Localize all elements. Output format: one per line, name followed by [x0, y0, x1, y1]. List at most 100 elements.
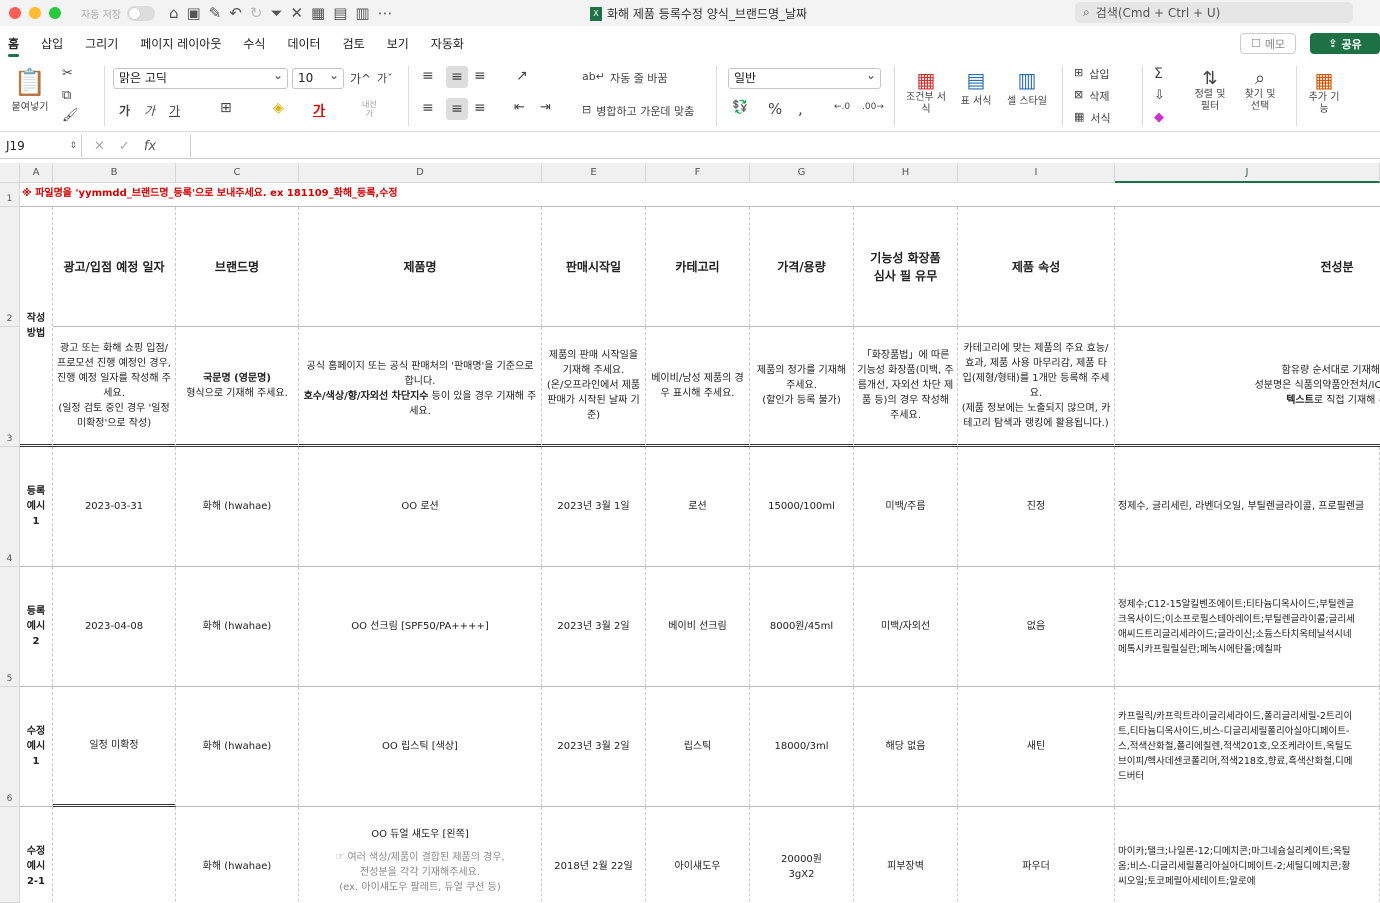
align-top-icon[interactable]: ≡ [422, 68, 434, 84]
column-header[interactable]: A [20, 163, 53, 183]
example-product-cell[interactable]: OO 듀얼 섀도우 [왼쪽] ☞ 여러 색상/제품이 결합된 제품의 경우, 전… [299, 807, 542, 903]
sort-filter-button[interactable]: ⇅ 정렬 및 필터 [1190, 68, 1230, 113]
example-ingredients[interactable]: 정제수;C12-15알킬벤조에이트;티타늄디옥사이드;부틸렌글 크옥사이드;이소… [1115, 567, 1380, 687]
align-right-icon[interactable]: ≡ [474, 100, 486, 116]
example-label[interactable]: 수정 예시 2-1 [20, 807, 53, 903]
column-header[interactable]: B [53, 163, 176, 183]
example-functional[interactable]: 피부장벽 [854, 807, 958, 903]
select-all-corner[interactable] [0, 163, 20, 183]
increase-decimal-icon[interactable]: ←.0 [834, 102, 850, 112]
cut-icon[interactable]: ✂ [62, 66, 73, 81]
guide-brand[interactable]: 국문명 (영문명) 형식으로 기재해 주세요. [176, 327, 299, 447]
header-ingredients[interactable]: 전성분 [1115, 207, 1380, 327]
example-functional[interactable]: 미백/자외선 [854, 567, 958, 687]
font-size-select[interactable]: 10 [292, 66, 344, 89]
example-ingredients[interactable]: 정제수, 글리세린, 라벤더오일, 부틸렌글라이콜, 프로필렌글 [1115, 447, 1380, 567]
column-header[interactable]: H [854, 163, 958, 183]
cell-style-button[interactable]: ▥ 셀 스타일 [1004, 68, 1050, 107]
decrease-indent-icon[interactable]: ⇤ [514, 100, 525, 115]
phonetic-icon[interactable]: 내선 가 [362, 100, 377, 118]
format-painter-icon[interactable]: 🖌 [62, 108, 79, 123]
insert-cells-button[interactable]: ⊞ 삽입 [1074, 66, 1109, 82]
example-category[interactable]: 로션 [646, 447, 750, 567]
increase-font-icon[interactable]: 가^ [350, 70, 371, 87]
orientation-icon[interactable]: ↗ [516, 68, 528, 84]
currency-icon[interactable]: 💱 [732, 100, 748, 115]
autosum-icon[interactable]: Σ [1154, 66, 1163, 82]
example-label[interactable]: 수정 예시 1 [20, 687, 53, 807]
example-start-date[interactable]: 2023년 3월 2일 [542, 567, 646, 687]
example-price[interactable]: 15000/100ml [750, 447, 854, 567]
example-category[interactable]: 베이비 선크림 [646, 567, 750, 687]
header-category[interactable]: 카테고리 [646, 207, 750, 327]
header-attribute[interactable]: 제품 속성 [958, 207, 1115, 327]
italic-button[interactable]: 가 [144, 102, 155, 119]
example-ingredients[interactable]: 카프릴릭/카프릭트라이글리세라이드,폴리글리세릴-2트리이 트,티타늄디옥사이드… [1115, 687, 1380, 807]
name-box-stepper-icon[interactable]: ⇕ [69, 135, 77, 157]
autosave-toggle[interactable]: 자동 저장 [81, 5, 155, 21]
clear-filter-icon[interactable]: ✕ [290, 4, 303, 22]
home-icon[interactable]: ⌂ [169, 4, 179, 22]
memo-button[interactable]: ☐ 메모 [1240, 33, 1296, 54]
clear-icon[interactable]: ◆ [1154, 110, 1164, 125]
tab-home[interactable]: 홈 [8, 35, 20, 57]
comma-icon[interactable]: , [798, 100, 803, 118]
example-functional[interactable]: 해당 없음 [854, 687, 958, 807]
table-format-button[interactable]: ▤ 표 서식 [956, 68, 996, 107]
header-brand[interactable]: 브랜드명 [176, 207, 299, 327]
align-middle-icon[interactable]: ≡ [446, 66, 468, 88]
guide-ad-date[interactable]: 광고 또는 화해 쇼핑 입점/프로모션 진행 예정인 경우, 진행 예정 일자를… [53, 327, 176, 447]
row-header[interactable]: 2 [0, 207, 20, 327]
example-start-date[interactable]: 2018년 2월 22일 [542, 807, 646, 903]
example-price[interactable]: 18000/3ml [750, 687, 854, 807]
tab-insert[interactable]: 삽입 [41, 35, 63, 52]
align-left-icon[interactable]: ≡ [422, 100, 434, 116]
header-ad-date[interactable]: 광고/입점 예정 일자 [53, 207, 176, 327]
example-start-date[interactable]: 2023년 3월 1일 [542, 447, 646, 567]
column-header[interactable]: C [176, 163, 299, 183]
save-icon[interactable]: ▣ [187, 4, 201, 22]
wrap-text-button[interactable]: ab↵ 자동 줄 바꿈 [582, 70, 668, 86]
row-header[interactable]: 1 [0, 183, 20, 207]
percent-icon[interactable]: % [768, 100, 782, 118]
example-brand[interactable]: 화해 (hwahae) [176, 447, 299, 567]
copy-icon[interactable]: ⧉ [62, 88, 71, 103]
guide-price[interactable]: 제품의 정가를 기재해 주세요. (할인가 등록 불가) [750, 327, 854, 447]
cancel-icon[interactable]: ✕ [94, 139, 105, 154]
underline-button[interactable]: 가 [169, 102, 180, 119]
table-icon[interactable]: ▤ [333, 4, 347, 22]
zoom-window-button[interactable] [49, 7, 61, 19]
example-product[interactable]: OO 로션 [299, 447, 542, 567]
number-format-select[interactable]: 일반 [728, 66, 881, 89]
font-color-icon[interactable]: 가 [313, 100, 325, 119]
header-price[interactable]: 가격/용량 [750, 207, 854, 327]
example-attribute[interactable]: 새틴 [958, 687, 1115, 807]
more-icon[interactable]: ⋯ [378, 4, 393, 22]
example-attribute[interactable]: 파우더 [958, 807, 1115, 903]
redo-icon[interactable]: ↻ [250, 4, 263, 22]
column-header[interactable]: G [750, 163, 854, 183]
example-brand[interactable]: 화해 (hwahae) [176, 687, 299, 807]
guide-attribute[interactable]: 카테고리에 맞는 제품의 주요 효능/효과, 제품 사용 마무리감, 제품 타입… [958, 327, 1115, 447]
example-category[interactable]: 립스틱 [646, 687, 750, 807]
column-header[interactable]: D [299, 163, 542, 183]
example-attribute[interactable]: 없음 [958, 567, 1115, 687]
filter-icon[interactable]: ⏷ [270, 4, 282, 22]
example-brand[interactable]: 화해 (hwahae) [176, 807, 299, 903]
format-cells-button[interactable]: ▦ 서식 [1074, 110, 1111, 126]
example-ingredients[interactable]: 마이카;탤크;나일론-12;디메치콘;마그네슘실리케이트;옥틸 옴;비스-디글리… [1115, 807, 1380, 903]
name-box[interactable]: J19 ⇕ [0, 135, 82, 157]
tab-review[interactable]: 검토 [343, 35, 365, 52]
decrease-decimal-icon[interactable]: .00→ [862, 102, 884, 112]
formula-input[interactable] [190, 135, 1380, 157]
example-attribute[interactable]: 진정 [958, 447, 1115, 567]
example-date[interactable]: 2023-04-08 [53, 567, 176, 687]
row-header[interactable]: 3 [0, 327, 20, 447]
row-header[interactable]: 5 [0, 567, 20, 687]
example-date[interactable] [53, 807, 176, 903]
merge-center-button[interactable]: ⊟ 병합하고 가운데 맞춤 [582, 103, 694, 119]
align-bottom-icon[interactable]: ≡ [474, 68, 486, 84]
minimize-window-button[interactable] [29, 7, 41, 19]
tab-view[interactable]: 보기 [387, 35, 409, 52]
example-start-date[interactable]: 2023년 3월 2일 [542, 687, 646, 807]
